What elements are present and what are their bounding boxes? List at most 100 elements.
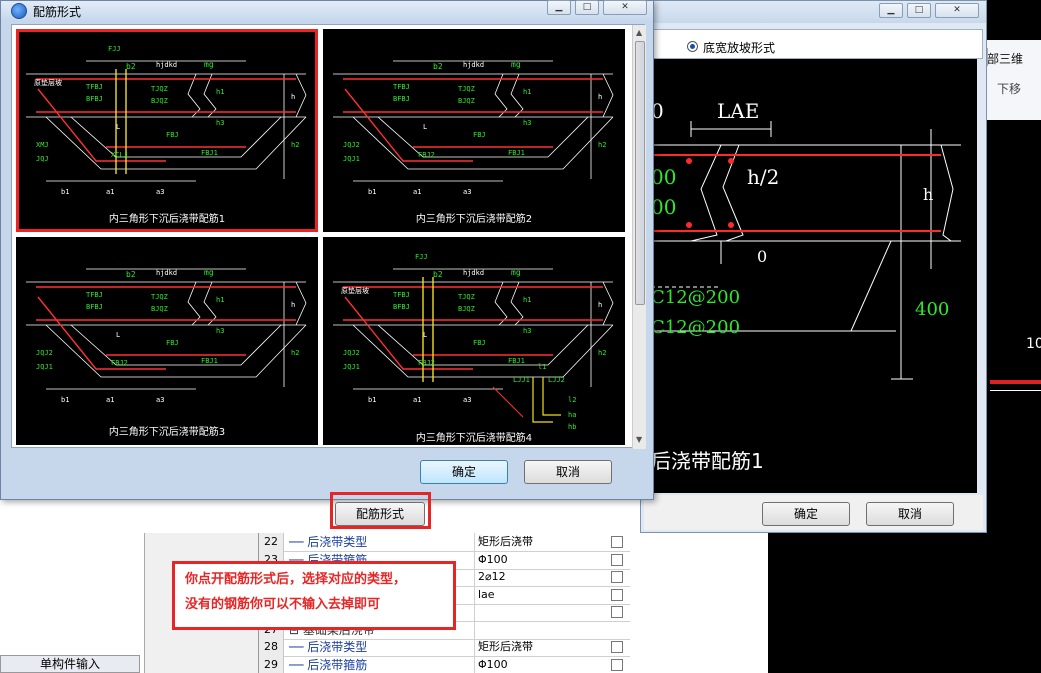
- label-bfbj: BFBJ: [86, 95, 103, 103]
- label-h3: h3: [523, 327, 531, 335]
- table-row[interactable]: 22 ── 后浇带类型 矩形后浇带: [259, 533, 631, 552]
- scroll-thumb[interactable]: [635, 41, 645, 305]
- back-cancel-button[interactable]: 取消: [866, 502, 954, 526]
- option-card-2[interactable]: b2 hjdkd mg h1 h h2 TFBJ BFBJ TJQZ BJQZ h3 L FBJ FBJ1…: [323, 29, 625, 232]
- property-value[interactable]: [474, 603, 601, 621]
- label-l: L: [423, 123, 427, 131]
- break-line: [187, 281, 201, 326]
- row-checkbox[interactable]: [611, 536, 623, 548]
- dialog-close-button[interactable]: ✕: [603, 0, 647, 15]
- right-white-line: [990, 390, 1041, 391]
- component-tree-panel: [0, 533, 145, 673]
- option-card-1[interactable]: FJJ 原垫层坡 b2 hjdkd mg h1 h h2 TFBJ BFBJ TJQZ BJQZ h3 L…: [16, 29, 318, 232]
- label-h3: h3: [216, 119, 224, 127]
- label-h2: h2: [291, 349, 299, 357]
- option-caption: 内三角形下沉后浇带配筋2: [415, 214, 533, 225]
- vertical-scrollbar[interactable]: ▲ ▼: [632, 25, 646, 449]
- label-h2: h2: [598, 349, 606, 357]
- label-b2: b2: [126, 62, 136, 71]
- tab-single-component-input[interactable]: 单构件输入: [0, 655, 140, 673]
- label-jqj1: JQJ1: [343, 363, 360, 371]
- preview-h-label: h: [923, 185, 934, 204]
- row-checkbox[interactable]: [611, 588, 623, 601]
- label-h1: h1: [523, 88, 531, 96]
- property-value[interactable]: [474, 620, 601, 639]
- property-name: ── 后浇带箍筋: [289, 657, 368, 672]
- background-canvas-bottom: [768, 533, 987, 673]
- label-bjqz: BJQZ: [458, 305, 475, 313]
- property-value[interactable]: 矩形后浇带: [474, 533, 601, 551]
- label-b2: b2: [433, 62, 443, 71]
- label-tjqz: TJQZ: [151, 293, 168, 301]
- label-h1: h1: [523, 296, 531, 304]
- label-b1: b1: [368, 396, 376, 404]
- property-value[interactable]: Φ100: [474, 655, 601, 673]
- row-checkbox[interactable]: [611, 553, 623, 566]
- label-a1: a1: [413, 396, 421, 404]
- property-value[interactable]: 2⌀12: [474, 568, 601, 586]
- property-value[interactable]: Φ100: [474, 550, 601, 569]
- slope-option-bar: 底宽放坡形式: [644, 29, 983, 59]
- break-line: [203, 73, 217, 118]
- option-caption: 内三角形下沉后浇带配筋4: [415, 433, 533, 444]
- detail-slope: [492, 386, 524, 418]
- minimize-button[interactable]: ▁: [879, 3, 903, 18]
- property-value[interactable]: 矩形后浇带: [474, 638, 601, 656]
- option-card-3[interactable]: b2 hjdkd mg h1 h h2 TFBJ BFBJ TJQZ BJQZ h3 L FBJ FBJ1…: [16, 237, 318, 445]
- label-h1: h1: [216, 88, 224, 96]
- label-h3: h3: [216, 327, 224, 335]
- label-a3: a3: [463, 396, 471, 404]
- drawing-svg: FJJ 原垫层坡 b2 hjdkd mg h1 h h2 TFBJ BFBJ TJQZ BJQZ h3 L…: [333, 253, 614, 431]
- view-3d-label[interactable]: 部三维: [987, 50, 1023, 67]
- dialog-maximize-button[interactable]: □: [575, 0, 599, 15]
- property-name: ── 后浇带类型: [289, 640, 368, 654]
- row-checkbox[interactable]: [611, 658, 623, 671]
- dialog-ok-button[interactable]: 确定: [420, 460, 508, 484]
- app-icon: [11, 3, 27, 19]
- row-checkbox[interactable]: [611, 641, 623, 653]
- slope-radio[interactable]: [687, 41, 698, 52]
- label-l: L: [116, 123, 120, 131]
- label-fjj: FJJ: [415, 253, 428, 261]
- label-fbj1: FBJ1: [201, 149, 218, 157]
- scroll-down-icon[interactable]: ▼: [636, 435, 642, 444]
- preview-half-h-label: h/2: [747, 165, 780, 189]
- row-checkbox[interactable]: [611, 571, 623, 583]
- scroll-up-icon[interactable]: ▲: [636, 28, 642, 37]
- dialog-cancel-button[interactable]: 取消: [524, 460, 612, 484]
- break-line: [494, 73, 508, 118]
- label-fbj1: FBJ1: [201, 357, 218, 365]
- row-checkbox[interactable]: [611, 606, 623, 618]
- preview-rebar-1: C12@200: [651, 287, 741, 308]
- drawing-svg: FJJ 原垫层坡 b2 hjdkd mg h1 h h2 TFBJ BFBJ TJQZ BJQZ h3 L…: [26, 45, 307, 196]
- property-value[interactable]: lae: [474, 585, 601, 604]
- move-down-button[interactable]: 下移: [997, 80, 1021, 97]
- label-tfbj: TFBJ: [393, 291, 410, 299]
- label-fbj1: FBJ1: [508, 149, 525, 157]
- table-row[interactable]: 29 ── 后浇带箍筋 Φ100: [259, 655, 631, 673]
- option-card-4[interactable]: FJJ 原垫层坡 b2 hjdkd mg h1 h h2 TFBJ BFBJ TJQZ BJQZ h3 L…: [323, 237, 625, 445]
- label-fbj1: FBJ1: [508, 357, 525, 365]
- label-h: h: [598, 93, 602, 101]
- label-fbj: FBJ: [473, 339, 486, 347]
- label-fbj2: FBJ2: [111, 359, 128, 367]
- callout-line-2: 没有的钢筋你可以不输入去掉即可: [185, 597, 381, 612]
- label-l2: l2: [568, 396, 576, 404]
- dialog-minimize-button[interactable]: ▁: [547, 0, 571, 15]
- label-hjdkd: hjdkd: [463, 269, 484, 277]
- break-line: [187, 73, 201, 118]
- close-button[interactable]: ✕: [935, 3, 979, 18]
- back-window-footer: 确定 取消: [644, 495, 983, 530]
- maximize-button[interactable]: □: [907, 3, 931, 18]
- label-hjdkd: hjdkd: [156, 269, 177, 277]
- table-row[interactable]: 28 ── 后浇带类型 矩形后浇带: [259, 638, 631, 657]
- highlight-box: [330, 492, 431, 529]
- label-h2: h2: [291, 141, 299, 149]
- label-jqj2: JQJ2: [343, 349, 360, 357]
- label-jqj1: JQJ1: [36, 363, 53, 371]
- option-caption: 内三角形下沉后浇带配筋1: [108, 214, 226, 225]
- back-ok-button[interactable]: 确定: [762, 502, 850, 526]
- preview-rebar-2: C12@200: [651, 317, 741, 338]
- label-fbj: FBJ: [166, 339, 179, 347]
- break-line: [510, 73, 524, 118]
